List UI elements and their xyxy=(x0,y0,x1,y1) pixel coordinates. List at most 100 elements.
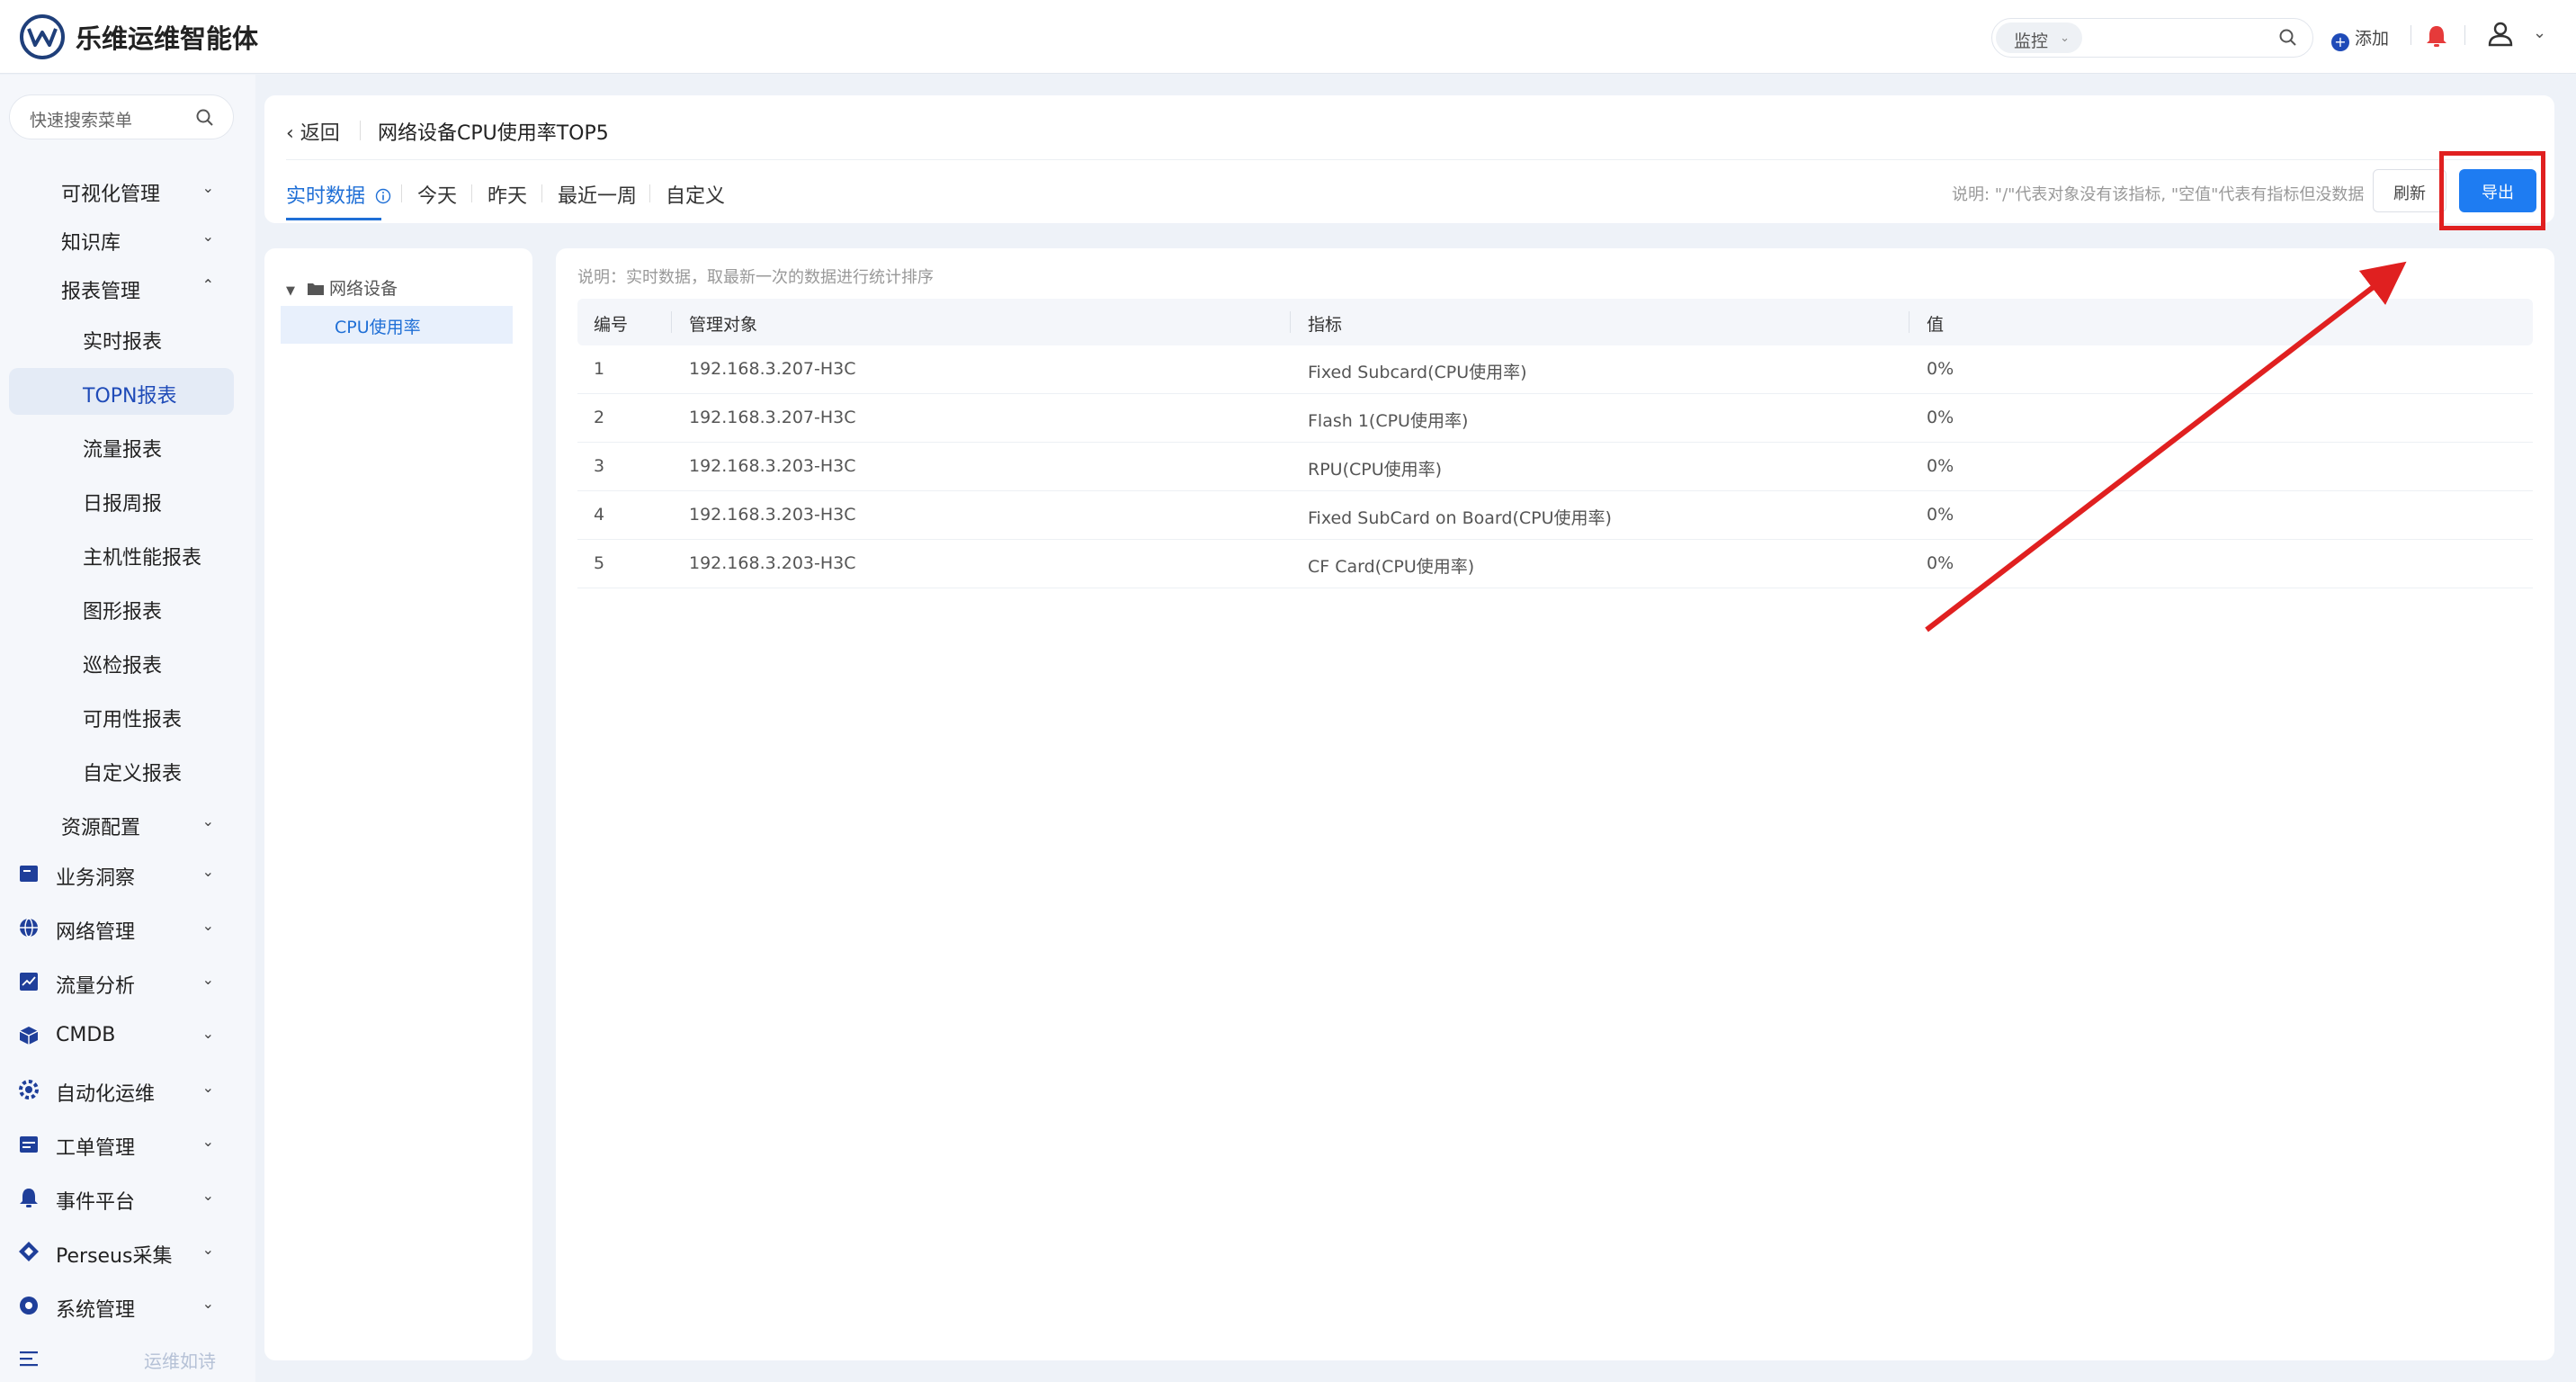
monitor-icon xyxy=(20,866,38,882)
sidebar-subitem-inspection[interactable]: 巡检报表 xyxy=(9,638,234,685)
collapse-menu-icon[interactable] xyxy=(20,1349,40,1369)
info-icon[interactable] xyxy=(375,188,391,204)
sidebar-item-knowledge[interactable]: 知识库 ⌄ xyxy=(9,215,234,262)
sidebar-subitem-custom[interactable]: 自定义报表 xyxy=(9,746,234,793)
table-row[interactable]: 3 192.168.3.203-H3C RPU(CPU使用率) 0% xyxy=(577,443,2533,491)
chevron-down-icon: ⌄ xyxy=(201,179,214,196)
divider xyxy=(360,121,361,140)
sidebar-slogan: 运维如诗 xyxy=(144,1351,216,1372)
chevron-down-icon[interactable]: ⌄ xyxy=(2533,23,2546,42)
sidebar-item-label: 流量分析 xyxy=(56,975,136,998)
sidebar-item-visualization[interactable]: 可视化管理 ⌄ xyxy=(9,166,234,213)
tab-custom[interactable]: 自定义 xyxy=(666,180,725,209)
back-label: 返回 xyxy=(300,122,340,145)
sidebar-subitem-graph[interactable]: 图形报表 xyxy=(9,584,234,631)
sidebar-item-label: 网络管理 xyxy=(56,921,136,944)
menu-search-input[interactable]: 快速搜索菜单 xyxy=(9,94,234,139)
sidebar-item-label: 业务洞察 xyxy=(56,867,136,890)
tab-divider xyxy=(541,184,542,202)
sidebar-item-resource-config[interactable]: 资源配置 ⌄ xyxy=(9,800,234,847)
sidebar-item-label: 自定义报表 xyxy=(83,763,183,785)
tree-node-network-device[interactable]: ▼ 网络设备 xyxy=(286,275,398,300)
table-row[interactable]: 5 192.168.3.203-H3C CF Card(CPU使用率) 0% xyxy=(577,540,2533,588)
data-note: 说明: "/"代表对象没有该指标, "空值"代表有指标但没数据 xyxy=(1952,185,2365,204)
global-search[interactable]: 监控 ⌄ xyxy=(1991,18,2313,58)
chevron-down-icon: ⌄ xyxy=(201,1295,214,1312)
tab-divider xyxy=(649,184,650,202)
add-button[interactable]: + 添加 xyxy=(2331,25,2389,51)
table-row[interactable]: 2 192.168.3.207-H3C Flash 1(CPU使用率) 0% xyxy=(577,394,2533,443)
sidebar-item-label: 主机性能报表 xyxy=(83,547,202,570)
sidebar-item-label: 资源配置 xyxy=(61,817,141,839)
user-avatar-icon[interactable] xyxy=(2486,20,2515,49)
table-row[interactable]: 4 192.168.3.203-H3C Fixed SubCard on Boa… xyxy=(577,491,2533,540)
sidebar-item-perseus[interactable]: Perseus采集 ⌄ xyxy=(9,1228,234,1275)
sidebar-subitem-topn[interactable]: TOPN报表 xyxy=(9,368,234,415)
chevron-left-icon: ‹ xyxy=(286,122,300,145)
sidebar-item-label: CMDB xyxy=(56,1024,116,1046)
caret-down-icon: ▼ xyxy=(286,284,295,298)
plus-icon: + xyxy=(2331,33,2349,51)
sidebar-item-label: 实时报表 xyxy=(83,331,163,354)
app-logo[interactable] xyxy=(20,14,65,59)
tree-node-cpu-usage[interactable]: CPU使用率 xyxy=(281,306,513,344)
divider xyxy=(286,159,2533,160)
refresh-button[interactable]: 刷新 xyxy=(2373,169,2446,212)
sidebar-subitem-daily-weekly[interactable]: 日报周报 xyxy=(9,476,234,523)
tab-yesterday[interactable]: 昨天 xyxy=(487,180,527,209)
sidebar-item-event-platform[interactable]: 事件平台 ⌄ xyxy=(9,1174,234,1221)
chevron-down-icon: ⌄ xyxy=(201,1079,214,1096)
gear-icon xyxy=(19,1080,39,1099)
menu-search-placeholder: 快速搜索菜单 xyxy=(30,111,133,130)
add-label: 添加 xyxy=(2355,29,2390,49)
sidebar-subitem-availability[interactable]: 可用性报表 xyxy=(9,692,234,739)
chart-line-icon xyxy=(20,973,38,991)
sidebar-subitem-traffic[interactable]: 流量报表 xyxy=(9,422,234,469)
sidebar-subitem-realtime[interactable]: 实时报表 xyxy=(9,314,234,361)
app-title: 乐维运维智能体 xyxy=(76,23,259,54)
cell-index: 4 xyxy=(594,505,605,525)
logo-icon xyxy=(27,28,58,47)
table-header: 编号 管理对象 指标 值 xyxy=(577,299,2533,346)
sidebar-item-automation[interactable]: 自动化运维 ⌄ xyxy=(9,1066,234,1113)
sidebar-item-network[interactable]: 网络管理 ⌄ xyxy=(9,904,234,951)
back-button[interactable]: ‹ 返回 xyxy=(286,117,340,146)
cell-index: 1 xyxy=(594,359,605,379)
tab-divider xyxy=(401,184,402,202)
sidebar-subitem-host-performance[interactable]: 主机性能报表 xyxy=(9,530,234,577)
cell-value: 0% xyxy=(1927,505,1954,525)
sidebar-item-cmdb[interactable]: CMDB ⌄ xyxy=(9,1012,234,1059)
top-header: 乐维运维智能体 监控 ⌄ + 添加 ⌄ xyxy=(0,0,2576,74)
cell-value: 0% xyxy=(1927,553,1954,573)
tab-last-week[interactable]: 最近一周 xyxy=(558,180,637,209)
sidebar-item-label: 报表管理 xyxy=(61,281,141,303)
sidebar: 快速搜索菜单 可视化管理 ⌄ 知识库 ⌄ 报表管理 ⌃ 实时报表 TOPN报表 … xyxy=(0,75,255,1382)
cell-metric: CF Card(CPU使用率) xyxy=(1308,557,1475,577)
cell-object: 192.168.3.203-H3C xyxy=(689,456,856,476)
sidebar-item-system[interactable]: 系统管理 ⌄ xyxy=(9,1282,234,1329)
page-title: 网络设备CPU使用率TOP5 xyxy=(378,122,609,145)
header-cell-index: 编号 xyxy=(594,315,629,335)
topn-table: 编号 管理对象 指标 值 1 192.168.3.207-H3C Fixed S… xyxy=(577,299,2533,588)
search-scope-select[interactable]: 监控 ⌄ xyxy=(1996,22,2082,53)
tab-today[interactable]: 今天 xyxy=(417,180,457,209)
search-scope-label: 监控 xyxy=(2014,31,2049,51)
cell-object: 192.168.3.207-H3C xyxy=(689,359,856,379)
cell-value: 0% xyxy=(1927,359,1954,379)
chevron-down-icon: ⌄ xyxy=(2060,31,2070,45)
diamond-icon xyxy=(19,1242,39,1261)
cell-object: 192.168.3.203-H3C xyxy=(689,505,856,525)
header-cell-value: 值 xyxy=(1927,315,1945,335)
sidebar-item-business-insight[interactable]: 业务洞察 ⌄ xyxy=(9,850,234,897)
search-icon[interactable] xyxy=(2278,28,2298,48)
chevron-down-icon: ⌄ xyxy=(201,863,214,880)
sidebar-item-ticket[interactable]: 工单管理 ⌄ xyxy=(9,1120,234,1167)
tab-realtime[interactable]: 实时数据 xyxy=(286,180,391,209)
table-row[interactable]: 1 192.168.3.207-H3C Fixed Subcard(CPU使用率… xyxy=(577,346,2533,394)
chevron-down-icon: ⌄ xyxy=(201,1241,214,1258)
bell-icon[interactable] xyxy=(2425,23,2448,49)
cell-object: 192.168.3.207-H3C xyxy=(689,408,856,427)
sidebar-item-reports[interactable]: 报表管理 ⌃ xyxy=(9,264,234,310)
column-divider xyxy=(1290,311,1291,333)
sidebar-item-traffic-analysis[interactable]: 流量分析 ⌄ xyxy=(9,958,234,1005)
